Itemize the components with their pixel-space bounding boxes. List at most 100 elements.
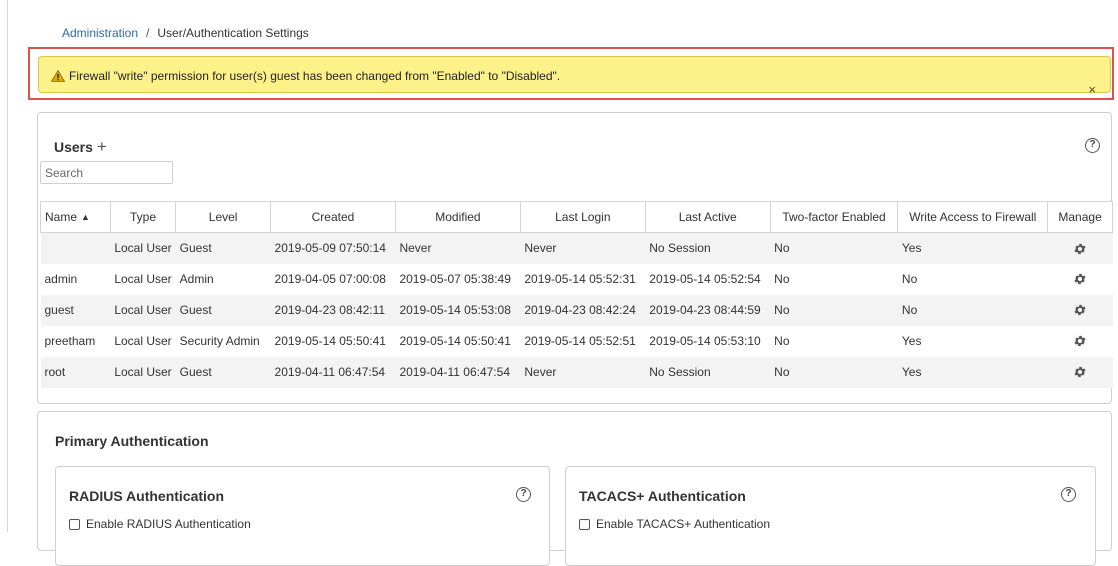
last-login-cell: 2019-05-14 05:52:51 (520, 325, 646, 357)
manage-cell (1047, 325, 1113, 357)
enable-radius-label: Enable RADIUS Authentication (86, 517, 251, 531)
enable-radius-checkbox-row[interactable]: Enable RADIUS Authentication (69, 517, 251, 531)
write-access-cell: Yes (897, 232, 1048, 264)
column-header-last-active[interactable]: Last Active (644, 201, 771, 233)
level-cell: Guest (175, 356, 271, 388)
close-icon[interactable]: × (1088, 83, 1096, 96)
last-login-cell: 2019-04-23 08:42:24 (520, 294, 646, 326)
level-cell: Guest (175, 294, 271, 326)
two-factor-cell: No (770, 294, 898, 326)
column-header-modified[interactable]: Modified (394, 201, 521, 233)
sort-ascending-icon[interactable]: ▲ (81, 212, 90, 222)
last-active-cell: No Session (645, 356, 771, 388)
tacacs-help-icon[interactable]: ? (1061, 487, 1076, 502)
radius-help-icon[interactable]: ? (516, 487, 531, 502)
modified-cell: 2019-04-11 06:47:54 (395, 356, 521, 388)
two-factor-cell: No (770, 325, 898, 357)
primary-authentication-panel: Primary Authentication RADIUS Authentica… (37, 411, 1112, 566)
name-cell: root (40, 356, 111, 388)
type-cell: Local User (110, 356, 176, 388)
type-cell: Local User (110, 325, 176, 357)
table-row[interactable]: admin Local User Admin 2019-04-05 07:00:08 2… (40, 263, 1113, 295)
manage-cell (1047, 263, 1113, 295)
left-divider (7, 0, 8, 532)
add-user-button[interactable]: + (97, 137, 107, 156)
manage-cell (1047, 232, 1113, 264)
breadcrumb: Administration / User/Authentication Setti… (62, 26, 309, 40)
last-login-cell: Never (520, 356, 646, 388)
enable-radius-checkbox[interactable] (69, 518, 80, 530)
users-panel: Users+ ? Name▲ Type Level Created Modifi… (37, 112, 1113, 404)
gear-icon[interactable] (1073, 242, 1087, 256)
gear-icon[interactable] (1073, 334, 1087, 348)
table-row[interactable]: Local User Guest 2019-05-09 07:50:14 Never N… (40, 232, 1113, 264)
column-header-manage: Manage (1047, 201, 1113, 233)
tacacs-authentication-title: TACACS+ Authentication (579, 488, 746, 504)
enable-tacacs-checkbox[interactable] (579, 518, 590, 530)
users-table: Name ▲ Type Level Created Modified Last L… (40, 201, 1113, 388)
modified-cell: 2019-05-14 05:53:08 (395, 294, 521, 326)
two-factor-cell: No (770, 356, 898, 388)
name-cell: preetham (40, 325, 111, 357)
users-help-icon[interactable]: ? (1085, 138, 1100, 153)
modified-cell: Never (395, 232, 521, 264)
users-search-input[interactable] (40, 161, 173, 184)
gear-icon[interactable] (1073, 303, 1087, 317)
warning-icon (51, 70, 65, 82)
created-cell: 2019-05-09 07:50:14 (270, 232, 396, 264)
manage-cell (1047, 356, 1113, 388)
name-cell: guest (40, 294, 111, 326)
table-row[interactable]: preetham Local User Security Admin 2019-05-… (40, 325, 1113, 357)
column-header-write-access[interactable]: Write Access to Firewall (897, 201, 1049, 233)
write-access-cell: No (897, 263, 1048, 295)
radius-authentication-title: RADIUS Authentication (69, 488, 225, 504)
type-cell: Local User (110, 263, 176, 295)
created-cell: 2019-05-14 05:50:41 (270, 325, 396, 357)
gear-icon[interactable] (1073, 365, 1087, 379)
column-header-level[interactable]: Level (175, 201, 272, 233)
type-cell: Local User (110, 232, 176, 264)
column-header-last-login[interactable]: Last Login (519, 201, 646, 233)
write-access-cell: Yes (897, 325, 1048, 357)
primary-authentication-title: Primary Authentication (55, 433, 209, 449)
two-factor-cell: No (770, 232, 898, 264)
level-cell: Security Admin (175, 325, 271, 357)
radius-authentication-panel: RADIUS Authentication ? Enable RADIUS Au… (55, 466, 550, 566)
column-header-name[interactable]: Name ▲ (40, 201, 111, 233)
gear-icon[interactable] (1073, 272, 1087, 286)
name-cell: admin (40, 263, 111, 295)
enable-tacacs-label: Enable TACACS+ Authentication (596, 517, 770, 531)
modified-cell: 2019-05-07 05:38:49 (395, 263, 521, 295)
column-header-type[interactable]: Type (109, 201, 177, 233)
users-table-header: Name ▲ Type Level Created Modified Last L… (40, 201, 1113, 233)
breadcrumb-current: User/Authentication Settings (157, 26, 309, 40)
last-login-cell: 2019-05-14 05:52:31 (520, 263, 646, 295)
two-factor-cell: No (770, 263, 898, 295)
last-active-cell: No Session (645, 232, 771, 264)
manage-cell (1047, 294, 1113, 326)
modified-cell: 2019-05-14 05:50:41 (395, 325, 521, 357)
last-active-cell: 2019-05-14 05:52:54 (645, 263, 771, 295)
column-header-two-factor[interactable]: Two-factor Enabled (769, 201, 899, 233)
created-cell: 2019-04-05 07:00:08 (270, 263, 396, 295)
users-title: Users (54, 139, 93, 155)
tacacs-authentication-panel: TACACS+ Authentication ? Enable TACACS+ … (565, 466, 1096, 566)
users-heading: Users + (54, 137, 107, 157)
table-row[interactable]: root Local User Guest 2019-04-11 06:47:54 20… (40, 356, 1113, 388)
breadcrumb-separator: / (146, 26, 150, 40)
name-cell (40, 232, 111, 264)
level-cell: Guest (175, 232, 271, 264)
last-active-cell: 2019-04-23 08:44:59 (645, 294, 771, 326)
table-row[interactable]: guest Local User Guest 2019-04-23 08:42:11 2… (40, 294, 1113, 326)
write-access-cell: No (897, 294, 1048, 326)
level-cell: Admin (175, 263, 271, 295)
created-cell: 2019-04-23 08:42:11 (270, 294, 396, 326)
last-login-cell: Never (520, 232, 646, 264)
write-access-cell: Yes (897, 356, 1048, 388)
alert-message: Firewall "write" permission for user(s) … (69, 69, 561, 83)
breadcrumb-administration-link[interactable]: Administration (62, 26, 138, 40)
alert-content: Firewall "write" permission for user(s) … (51, 69, 560, 83)
type-cell: Local User (110, 294, 176, 326)
column-header-created[interactable]: Created (270, 201, 396, 233)
enable-tacacs-checkbox-row[interactable]: Enable TACACS+ Authentication (579, 517, 770, 531)
